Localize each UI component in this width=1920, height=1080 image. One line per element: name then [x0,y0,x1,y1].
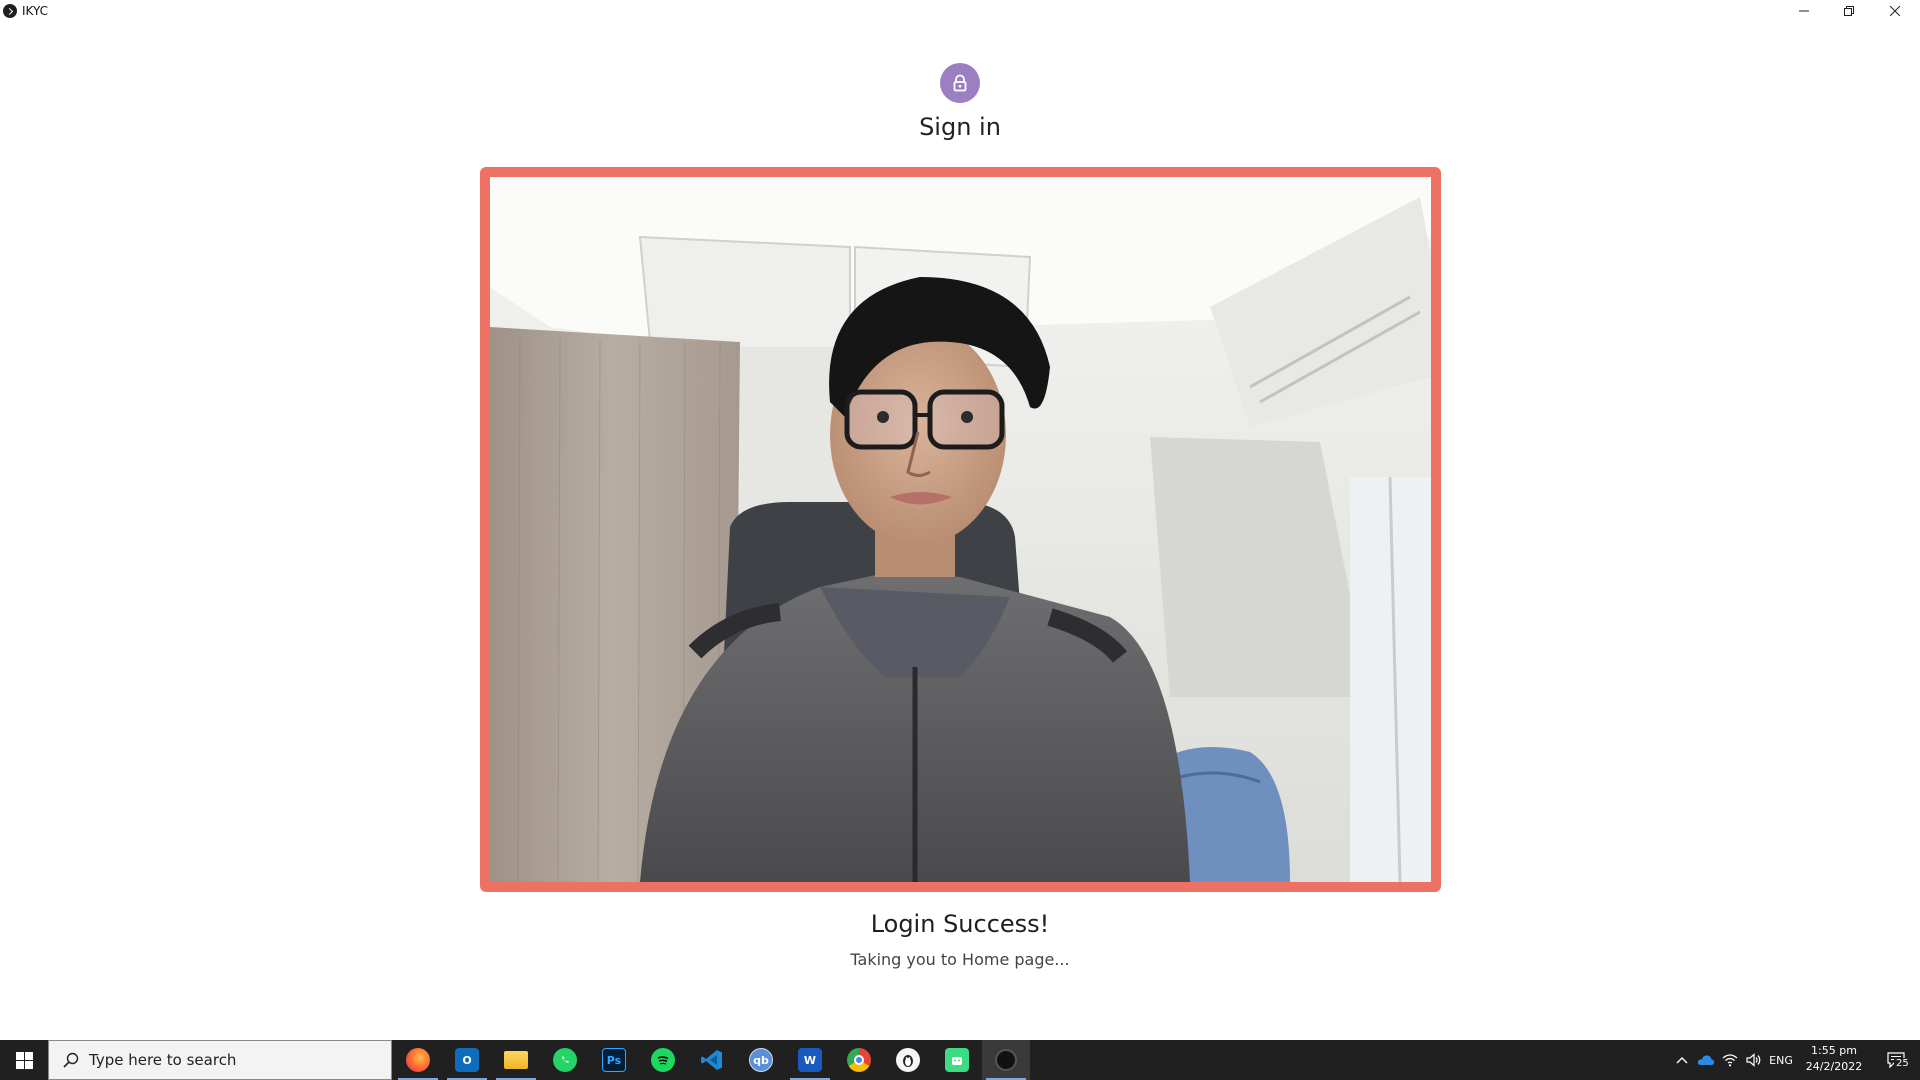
minimize-icon [1799,10,1809,12]
penguin-app-icon [896,1048,920,1072]
title-bar: IKYC [0,0,1920,22]
restore-icon [1844,6,1854,16]
taskbar-whatsapp[interactable] [541,1040,589,1080]
taskbar-android-studio[interactable] [933,1040,981,1080]
volume-tray[interactable] [1742,1040,1766,1080]
whatsapp-icon [553,1048,577,1072]
network-tray[interactable] [1718,1040,1742,1080]
language-label: ENG [1769,1053,1793,1067]
chevron-up-icon [1676,1057,1688,1064]
search-placeholder: Type here to search [89,1051,237,1069]
notification-count: 25 [1894,1058,1911,1069]
show-hidden-icons-button[interactable] [1670,1040,1694,1080]
ikyc-app-icon [995,1049,1017,1071]
taskbar-penguin-app[interactable] [884,1040,932,1080]
clock-time: 1:55 pm [1811,1044,1857,1057]
close-icon [1890,6,1900,16]
action-center-button[interactable]: 25 [1872,1040,1920,1080]
camera-preview [480,167,1441,892]
word-icon: W [798,1048,822,1072]
minimize-button[interactable] [1781,0,1827,22]
clock-date: 24/2/2022 [1805,1060,1863,1073]
photoshop-icon: Ps [602,1048,626,1072]
clock[interactable]: 1:55 pm 24/2/2022 [1796,1043,1872,1075]
taskbar-vscode[interactable] [688,1040,736,1080]
login-status-title: Login Success! [870,910,1050,938]
taskbar-ikyc-app[interactable] [982,1040,1030,1080]
taskbar-chrome[interactable] [835,1040,883,1080]
start-button[interactable] [0,1040,48,1080]
speaker-icon [1746,1053,1761,1067]
page-title: Sign in [919,113,1001,141]
taskbar-outlook[interactable]: O [443,1040,491,1080]
search-icon [63,1052,79,1068]
lock-avatar [940,63,980,103]
onedrive-cloud-icon [1697,1055,1715,1065]
firefox-icon [406,1048,430,1072]
onedrive-tray[interactable] [1694,1040,1718,1080]
taskbar-firefox[interactable] [394,1040,442,1080]
close-button[interactable] [1872,0,1918,22]
app-logo-icon [3,4,17,18]
android-studio-icon [945,1048,969,1072]
qbittorrent-icon: qb [749,1048,773,1072]
language-indicator[interactable]: ENG [1766,1040,1796,1080]
wifi-icon [1722,1054,1738,1067]
chrome-icon [847,1048,871,1072]
taskbar-qbittorrent[interactable]: qb [737,1040,785,1080]
vscode-icon [700,1048,724,1072]
spotify-icon [651,1048,675,1072]
taskbar-search-input[interactable]: Type here to search [48,1040,392,1080]
taskbar-spotify[interactable] [639,1040,687,1080]
taskbar-file-explorer[interactable] [492,1040,540,1080]
webcam-feed-image [490,177,1431,882]
outlook-icon: O [455,1048,479,1072]
taskbar-photoshop[interactable]: Ps [590,1040,638,1080]
file-explorer-icon [504,1051,528,1069]
taskbar: Type here to search O Ps qb W ENG 1:55 p… [0,1040,1920,1080]
windows-logo-icon [15,1051,33,1069]
login-status-subtitle: Taking you to Home page... [850,950,1070,969]
window-title: IKYC [22,4,49,18]
lock-icon [953,74,967,92]
taskbar-word[interactable]: W [786,1040,834,1080]
restore-button[interactable] [1826,0,1872,22]
